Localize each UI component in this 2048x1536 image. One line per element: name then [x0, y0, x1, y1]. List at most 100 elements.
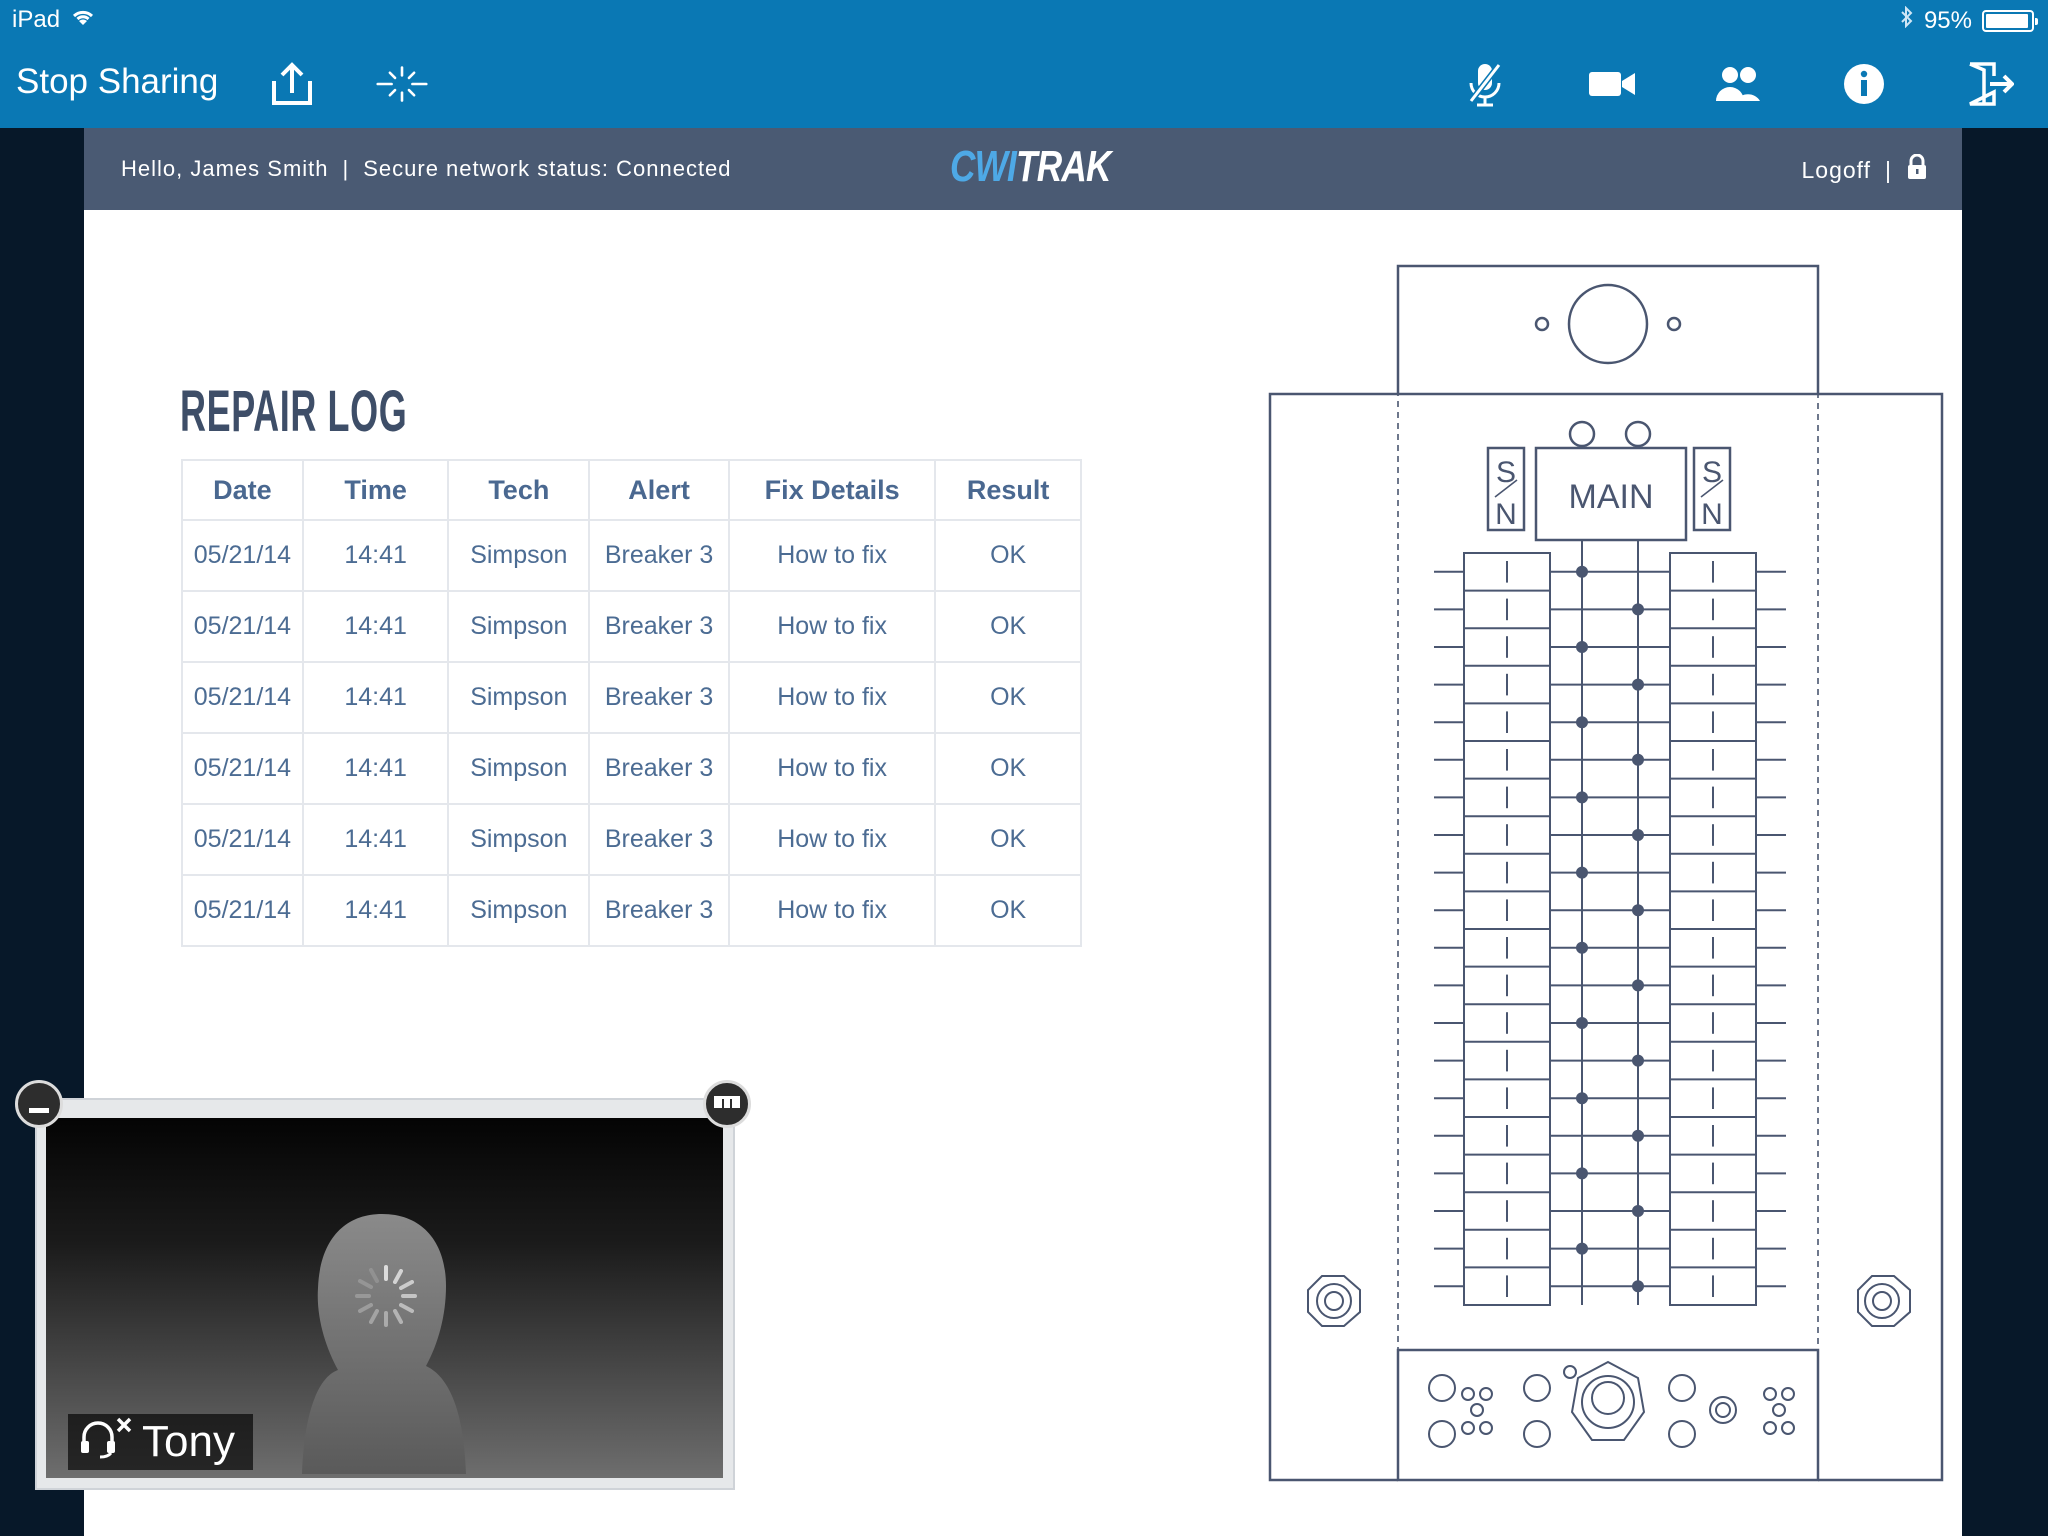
logo-cwi: CWI [950, 142, 1017, 191]
cell-date: 05/21/14 [181, 803, 304, 876]
sn-left-top: S [1496, 456, 1516, 489]
lock-icon[interactable] [1906, 153, 1928, 186]
bus-tap-dot [1632, 904, 1644, 917]
battery-percent: 95% [1923, 6, 1972, 34]
greeting-text: Hello, James Smith [121, 156, 329, 181]
sn-right-bottom: N [1701, 498, 1723, 531]
cell-date: 05/21/14 [181, 519, 304, 592]
table-row[interactable]: 05/21/14 14:41 Simpson Breaker 3 How to fix O… [181, 661, 1082, 734]
lug-right [1857, 1275, 1911, 1327]
status-bar-right: 95% [1900, 5, 2038, 35]
logo-trak: TRAK [1016, 142, 1111, 191]
bus-tap-dot [1576, 1242, 1588, 1255]
bus-tap-dot [1576, 716, 1588, 729]
table-row[interactable]: 05/21/14 14:41 Simpson Breaker 3 How to fix O… [181, 803, 1082, 876]
electrical-panel-diagram[interactable]: MAIN S N S N [1166, 262, 1946, 1482]
bus-tap-dot [1632, 678, 1644, 691]
bus-tap-dot [1576, 866, 1588, 879]
main-label: MAIN [1569, 478, 1654, 516]
cell-tech: Simpson [447, 874, 591, 947]
bus-tap-dot [1632, 1129, 1644, 1142]
cell-fix-details[interactable]: How to fix [727, 661, 937, 734]
bus-tap-dot [1576, 941, 1588, 954]
cell-alert: Breaker 3 [588, 661, 730, 734]
cell-date: 05/21/14 [181, 590, 304, 663]
column-header-time[interactable]: Time [301, 459, 450, 521]
cell-time: 14:41 [301, 803, 450, 876]
participant-label: Tony [68, 1414, 253, 1470]
cell-result: OK [934, 590, 1082, 663]
stop-sharing-button[interactable]: Stop Sharing [16, 62, 218, 102]
cell-fix-details[interactable]: How to fix [727, 590, 937, 663]
cell-alert: Breaker 3 [588, 519, 730, 592]
cell-fix-details[interactable]: How to fix [727, 874, 937, 947]
bus-tap-dot [1632, 1280, 1644, 1293]
column-header-date[interactable]: Date [181, 459, 304, 521]
bus-tap-dot [1576, 1167, 1588, 1180]
cell-result: OK [934, 519, 1082, 592]
table-row[interactable]: 05/21/14 14:41 Simpson Breaker 3 How to fix O… [181, 590, 1082, 663]
minimize-video-button[interactable] [15, 1080, 63, 1128]
cell-tech: Simpson [447, 519, 591, 592]
panel-screw-right [1666, 316, 1682, 332]
loading-icon[interactable] [376, 58, 428, 110]
logoff-area: Logoff | [1801, 153, 1928, 186]
table-row[interactable]: 05/21/14 14:41 Simpson Breaker 3 How to fix O… [181, 519, 1082, 592]
cell-tech: Simpson [447, 803, 591, 876]
repair-log-body: 05/21/14 14:41 Simpson Breaker 3 How to fix O… [181, 519, 1082, 947]
lug-left [1307, 1275, 1361, 1327]
bus-tap-dot [1632, 1054, 1644, 1067]
exit-icon[interactable] [1964, 58, 2016, 110]
header-status: Hello, James Smith | Secure network status… [121, 156, 732, 182]
cell-date: 05/21/14 [181, 874, 304, 947]
cell-fix-details[interactable]: How to fix [727, 803, 937, 876]
video-camera-icon[interactable] [1586, 58, 1638, 110]
header-separator: | [342, 156, 350, 181]
app-header: Hello, James Smith | Secure network status… [84, 128, 1962, 210]
cell-tech: Simpson [447, 732, 591, 805]
cell-result: OK [934, 732, 1082, 805]
cell-fix-details[interactable]: How to fix [727, 519, 937, 592]
column-header-result[interactable]: Result [934, 459, 1082, 521]
cell-date: 05/21/14 [181, 732, 304, 805]
audio-off-icon [78, 1415, 134, 1470]
cell-tech: Simpson [447, 661, 591, 734]
participants-icon[interactable] [1712, 58, 1764, 110]
bluetooth-icon [1900, 5, 1914, 35]
bottom-terminals [1428, 1360, 1795, 1448]
cell-fix-details[interactable]: How to fix [727, 732, 937, 805]
status-bar-left: iPad [12, 6, 96, 34]
info-icon[interactable] [1838, 58, 1890, 110]
device-label: iPad [12, 6, 61, 33]
cell-time: 14:41 [301, 732, 450, 805]
column-header-alert[interactable]: Alert [588, 459, 730, 521]
battery-icon [1982, 9, 2038, 32]
cell-alert: Breaker 3 [588, 874, 730, 947]
breaker-rows [1434, 540, 1786, 1306]
share-icon[interactable] [266, 58, 318, 110]
wifi-icon [70, 6, 96, 34]
video-layout-button[interactable] [703, 1080, 751, 1128]
cell-tech: Simpson [447, 590, 591, 663]
cell-alert: Breaker 3 [588, 803, 730, 876]
table-row[interactable]: 05/21/14 14:41 Simpson Breaker 3 How to fix O… [181, 874, 1082, 947]
cell-alert: Breaker 3 [588, 732, 730, 805]
logoff-link[interactable]: Logoff [1801, 157, 1871, 184]
indicator-right [1624, 420, 1652, 448]
bus-tap-dot [1576, 641, 1588, 653]
indicator-left [1568, 420, 1596, 448]
bus-tap-dot [1632, 753, 1644, 766]
cell-date: 05/21/14 [181, 661, 304, 734]
column-header-fix-details[interactable]: Fix Details [727, 459, 937, 521]
cell-time: 14:41 [301, 661, 450, 734]
bus-tap-dot [1632, 603, 1644, 616]
mute-mic-icon[interactable] [1459, 58, 1511, 110]
repair-log-table: Date Time Tech Alert Fix Details Result … [181, 459, 1082, 947]
table-row[interactable]: 05/21/14 14:41 Simpson Breaker 3 How to fix O… [181, 732, 1082, 805]
panel-screw-left [1534, 316, 1550, 332]
battery-fill [1986, 13, 2028, 28]
participant-video[interactable]: Tony [46, 1118, 723, 1478]
participant-name: Tony [142, 1417, 235, 1466]
panel-top-knockout [1567, 283, 1649, 365]
column-header-tech[interactable]: Tech [447, 459, 591, 521]
